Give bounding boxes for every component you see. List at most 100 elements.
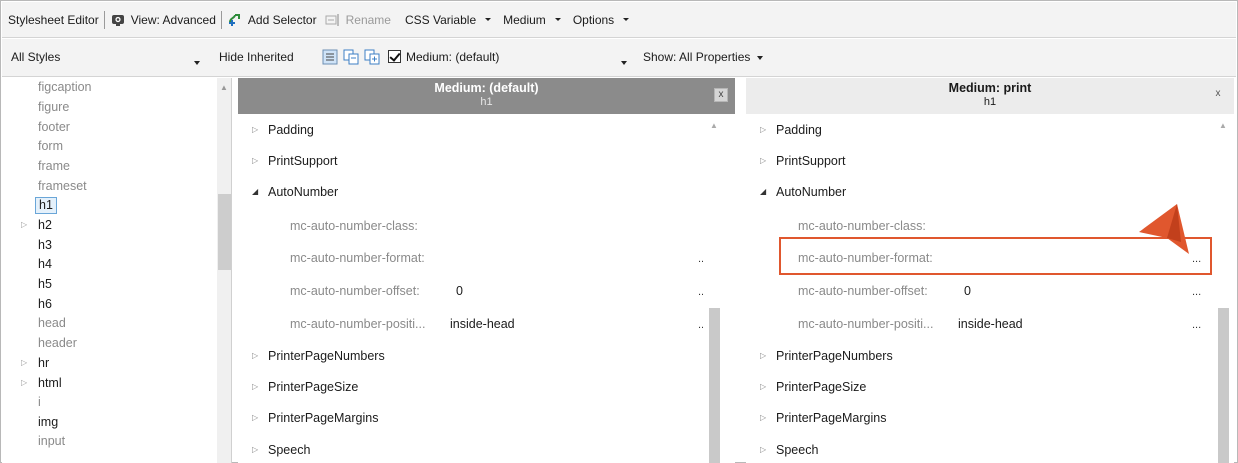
toolbar-separator [103, 10, 105, 29]
property-name: mc-auto-number-offset: [798, 284, 928, 298]
rename-icon [325, 13, 339, 26]
dropdown-arrow-icon [554, 18, 561, 21]
toolbar-separator [220, 10, 222, 29]
main-toolbar: Stylesheet Editor View: Advanced Add Sel… [2, 2, 1236, 38]
selector-item-form[interactable]: form [38, 139, 63, 153]
selector-item-header[interactable]: header [38, 336, 77, 350]
collapse-arrow-icon[interactable]: ◢ [252, 187, 258, 196]
expand-arrow-icon[interactable]: ▷ [760, 125, 766, 134]
expand-arrow-icon[interactable]: ▷ [760, 351, 766, 360]
property-group-label: PrinterPageSize [268, 380, 359, 394]
expand-arrow-icon[interactable]: ▷ [252, 382, 258, 391]
hide-inherited-button[interactable]: Hide Inherited [219, 50, 294, 64]
scroll-up-arrow-icon[interactable]: ▲ [220, 83, 228, 92]
medium-menu[interactable]: Medium [503, 9, 561, 31]
property-edit-button[interactable]: ... [1192, 319, 1201, 331]
expand-arrow-icon[interactable]: ▷ [252, 413, 258, 422]
property-group-label: Padding [268, 123, 314, 137]
selector-item-img[interactable]: img [38, 415, 58, 429]
property-value-field[interactable]: inside-head [450, 317, 515, 331]
checkbox-checked-icon [388, 50, 401, 63]
property-name: mc-auto-number-positi... [290, 317, 426, 331]
property-group-label: Padding [776, 123, 822, 137]
editor-title: Stylesheet Editor [8, 12, 99, 27]
expand-arrow-icon[interactable]: ▷ [760, 445, 766, 454]
view-advanced-label: View: Advanced [130, 12, 216, 27]
selector-list-scrollbar[interactable]: ▲ [217, 78, 231, 463]
stylesheet-editor-window: Stylesheet Editor View: Advanced Add Sel… [0, 0, 1238, 463]
panel-scrollbar[interactable]: ▲ [1212, 114, 1234, 463]
medium-checkbox[interactable]: Medium: (default) [388, 50, 499, 64]
expand-arrow-icon[interactable]: ▷ [21, 358, 27, 367]
property-name: mc-auto-number-class: [290, 219, 418, 233]
view-advanced-button[interactable]: View: Advanced [110, 9, 216, 31]
property-edit-button[interactable]: ... [1192, 286, 1201, 298]
selector-item-h1[interactable]: h1 [35, 197, 57, 214]
selector-item-frameset[interactable]: frameset [38, 179, 87, 193]
close-panel-button[interactable]: x [714, 88, 728, 102]
add-medium-view-icon[interactable] [364, 49, 380, 65]
selector-list[interactable]: figcaption figure footer form frame frameset h… [2, 78, 232, 463]
expand-arrow-icon[interactable]: ▷ [760, 382, 766, 391]
selector-item-hr[interactable]: hr [38, 356, 49, 370]
show-properties-label: Show: All Properties [643, 50, 751, 64]
scroll-up-arrow-icon[interactable]: ▲ [1219, 121, 1227, 130]
scrollbar-thumb[interactable] [709, 308, 720, 463]
show-properties-menu[interactable]: Show: All Properties [643, 50, 763, 64]
selector-item-footer[interactable]: footer [38, 120, 70, 134]
selector-item-html[interactable]: html [38, 376, 62, 390]
panel-header: Medium: print h1 x [746, 78, 1234, 114]
expand-arrow-icon[interactable]: ▷ [252, 125, 258, 134]
medium-dropdown-icon[interactable] [621, 55, 627, 69]
selector-item-h6[interactable]: h6 [38, 297, 52, 311]
property-value-field[interactable]: 0 [964, 284, 971, 298]
selector-item-h3[interactable]: h3 [38, 238, 52, 252]
selector-item-figcaption[interactable]: figcaption [38, 80, 92, 94]
options-menu[interactable]: Options [573, 9, 630, 31]
property-group-label: AutoNumber [268, 185, 339, 199]
property-name: mc-auto-number-offset: [290, 284, 420, 298]
panel-header: Medium: (default) h1 x [238, 78, 735, 114]
property-group-label: PrinterPageMargins [268, 411, 379, 425]
expand-arrow-icon[interactable]: ▷ [252, 156, 258, 165]
rename-button[interactable]: Rename [325, 9, 391, 31]
scroll-up-arrow-icon[interactable]: ▲ [710, 121, 718, 130]
property-group-label: AutoNumber [776, 185, 847, 199]
add-selector-icon [228, 13, 240, 26]
styles-filter-dropdown-icon[interactable] [194, 55, 200, 69]
expand-arrow-icon[interactable]: ▷ [252, 445, 258, 454]
property-group-label: PrinterPageNumbers [268, 349, 385, 363]
selector-item-input[interactable]: input [38, 434, 65, 448]
expand-arrow-icon[interactable]: ▷ [760, 413, 766, 422]
styles-filter-select[interactable]: All Styles [11, 50, 60, 64]
single-view-icon[interactable] [322, 49, 338, 65]
dropdown-arrow-icon [485, 18, 492, 21]
property-value-field[interactable]: 0 [456, 284, 463, 298]
compare-view-icon[interactable] [343, 49, 359, 65]
selector-item-head[interactable]: head [38, 316, 66, 330]
property-value-field[interactable]: inside-head [958, 317, 1023, 331]
close-panel-button[interactable]: x [1211, 88, 1225, 102]
add-selector-button[interactable]: Add Selector [227, 9, 317, 31]
scrollbar-thumb[interactable] [1218, 308, 1229, 463]
selector-item-h2[interactable]: h2 [38, 218, 52, 232]
expand-arrow-icon[interactable]: ▷ [21, 220, 27, 229]
add-selector-label: Add Selector [247, 12, 317, 27]
selector-item-h4[interactable]: h4 [38, 257, 52, 271]
callout-pointer-icon [1139, 204, 1189, 254]
expand-arrow-icon[interactable]: ▷ [760, 156, 766, 165]
selector-item-figure[interactable]: figure [38, 100, 69, 114]
property-group-label: PrinterPageSize [776, 380, 867, 394]
selector-item-frame[interactable]: frame [38, 159, 70, 173]
panel-subtitle: h1 [983, 96, 997, 108]
panel-scrollbar[interactable]: ▲ [703, 114, 725, 463]
scrollbar-thumb[interactable] [218, 194, 231, 270]
expand-arrow-icon[interactable]: ▷ [21, 378, 27, 387]
eye-icon [111, 14, 124, 26]
selector-item-h5[interactable]: h5 [38, 277, 52, 291]
collapse-arrow-icon[interactable]: ◢ [760, 187, 766, 196]
expand-arrow-icon[interactable]: ▷ [252, 351, 258, 360]
selector-item-i[interactable]: i [38, 395, 41, 409]
css-variable-menu[interactable]: CSS Variable [405, 9, 492, 31]
medium-checkbox-label: Medium: (default) [406, 50, 500, 64]
